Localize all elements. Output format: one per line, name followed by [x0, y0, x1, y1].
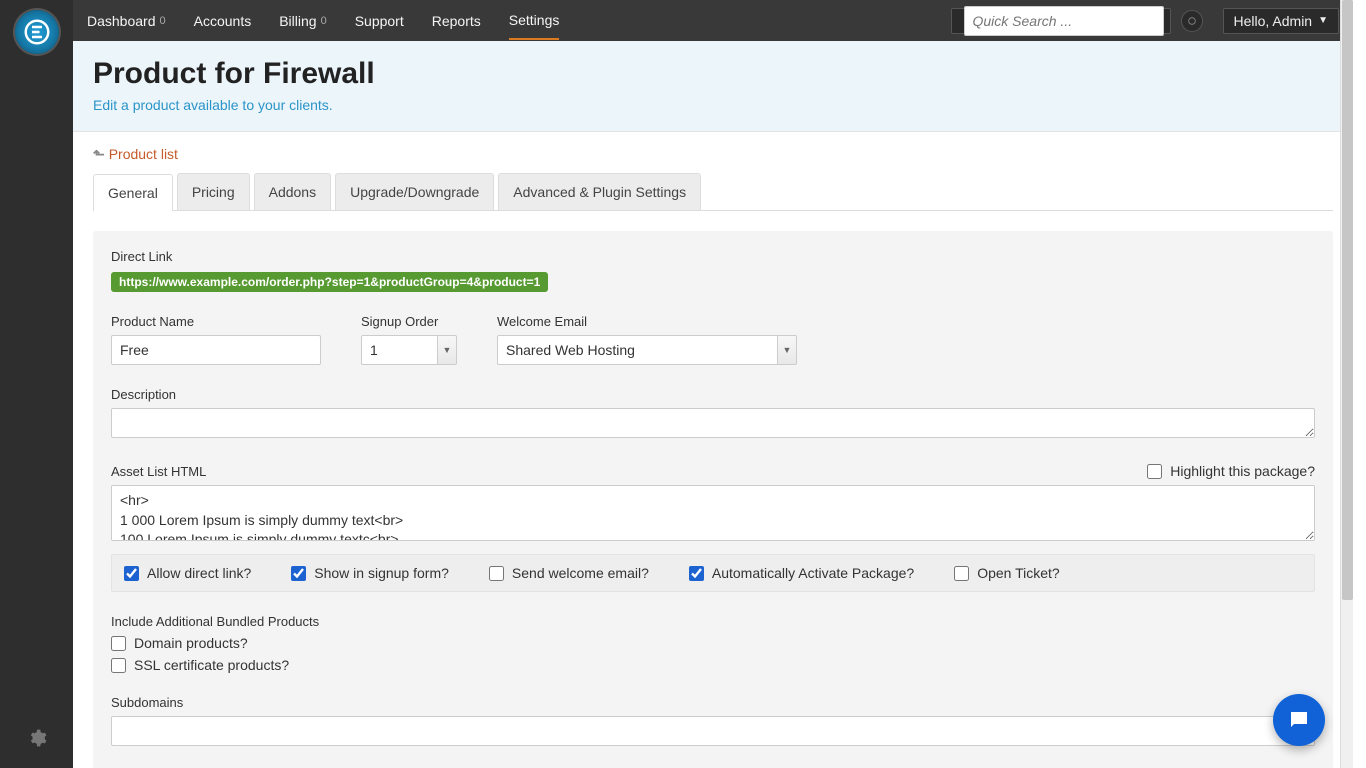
show-signup-check[interactable]: Show in signup form? — [291, 565, 449, 581]
description-label: Description — [111, 387, 1315, 402]
open-ticket-check[interactable]: Open Ticket? — [954, 565, 1060, 581]
topbar: Dashboard 0 Accounts Billing 0 Support R… — [73, 0, 1353, 41]
page-header: Product for Firewall Edit a product avai… — [73, 41, 1353, 132]
signup-order-select[interactable]: 1 ▼ — [361, 335, 457, 365]
quick-search[interactable] — [951, 8, 1171, 34]
tab-pricing[interactable]: Pricing — [177, 173, 250, 210]
app-logo[interactable] — [15, 10, 59, 54]
nav-billing[interactable]: Billing 0 — [279, 3, 326, 39]
tab-addons[interactable]: Addons — [254, 173, 331, 210]
tab-bar: General Pricing Addons Upgrade/Downgrade… — [93, 173, 1333, 211]
page-title: Product for Firewall — [93, 57, 1333, 91]
auto-activate-check[interactable]: Automatically Activate Package? — [689, 565, 914, 581]
breadcrumb-back[interactable]: ⬑Product list — [93, 146, 178, 162]
domain-products-check[interactable]: Domain products? — [111, 635, 1315, 651]
subdomains-input[interactable] — [111, 716, 1315, 746]
asset-list-textarea[interactable] — [111, 485, 1315, 541]
form-panel: Direct Link https://www.example.com/orde… — [93, 231, 1333, 768]
direct-link-url[interactable]: https://www.example.com/order.php?step=1… — [111, 272, 548, 292]
caret-down-icon: ▼ — [1318, 15, 1328, 26]
product-name-label: Product Name — [111, 314, 321, 329]
chat-icon — [1287, 708, 1311, 732]
chevron-down-icon: ▼ — [437, 335, 457, 365]
direct-link-label: Direct Link — [111, 249, 1315, 264]
settings-gear-icon[interactable] — [27, 728, 47, 754]
subdomains-label: Subdomains — [111, 695, 1315, 710]
product-name-input[interactable] — [111, 335, 321, 365]
nav-dashboard[interactable]: Dashboard 0 — [87, 3, 166, 39]
page-subtitle: Edit a product available to your clients… — [93, 97, 1333, 113]
welcome-email-label: Welcome Email — [497, 314, 797, 329]
chevron-down-icon: ▼ — [777, 335, 797, 365]
description-textarea[interactable] — [111, 408, 1315, 438]
ssl-products-check[interactable]: SSL certificate products? — [111, 657, 1315, 673]
bundled-products-label: Include Additional Bundled Products — [111, 614, 1315, 629]
allow-direct-check[interactable]: Allow direct link? — [124, 565, 251, 581]
send-welcome-check[interactable]: Send welcome email? — [489, 565, 649, 581]
tab-upgrade[interactable]: Upgrade/Downgrade — [335, 173, 494, 210]
welcome-email-select[interactable]: Shared Web Hosting ▼ — [497, 335, 797, 365]
search-input[interactable] — [964, 6, 1164, 36]
nav-support[interactable]: Support — [355, 3, 404, 39]
left-rail — [0, 0, 73, 768]
asset-list-label: Asset List HTML — [111, 464, 206, 479]
nav-accounts[interactable]: Accounts — [194, 3, 252, 39]
nav-settings[interactable]: Settings — [509, 2, 560, 40]
tab-general[interactable]: General — [93, 174, 173, 211]
signup-order-label: Signup Order — [361, 314, 457, 329]
scrollbar[interactable] — [1340, 0, 1353, 768]
nav-reports[interactable]: Reports — [432, 3, 481, 39]
chat-fab[interactable] — [1273, 694, 1325, 746]
tab-advanced[interactable]: Advanced & Plugin Settings — [498, 173, 701, 210]
user-greeting: Hello, Admin — [1234, 13, 1313, 29]
highlight-package-check[interactable]: Highlight this package? — [1147, 463, 1315, 479]
user-menu[interactable]: Hello, Admin ▼ — [1223, 8, 1340, 34]
search-help-button[interactable] — [1181, 10, 1203, 32]
